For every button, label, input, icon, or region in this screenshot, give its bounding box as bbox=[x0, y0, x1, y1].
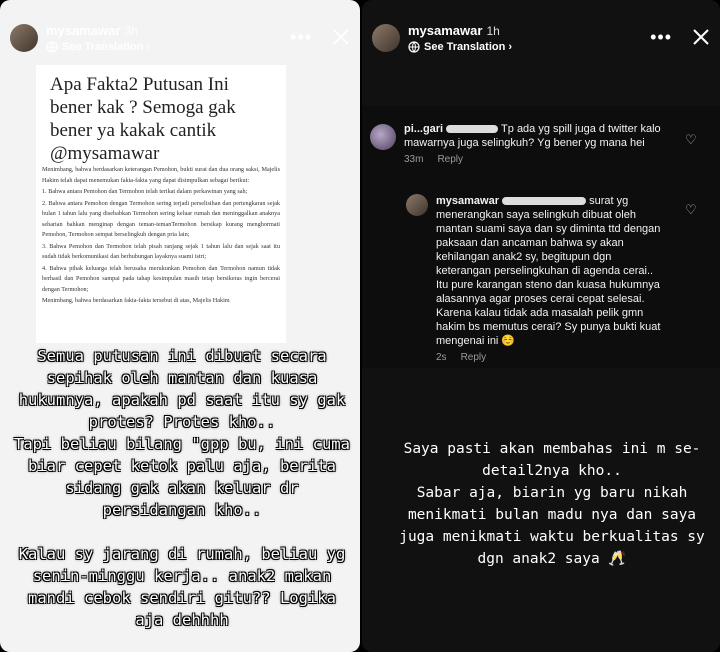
comment-time: 2s bbox=[436, 352, 447, 363]
more-options-icon[interactable]: ••• bbox=[650, 28, 672, 46]
see-translation-link[interactable]: See Translation › bbox=[408, 40, 512, 54]
comment-time: 33m bbox=[404, 154, 424, 165]
see-translation-label: See Translation bbox=[424, 41, 506, 53]
document-paragraph: 3. Bahwa Pemohon dan Termohon telah pisa… bbox=[42, 242, 280, 261]
document-paragraph: 4. Bahwa pihak keluarga telah berusaha m… bbox=[42, 264, 280, 293]
scribble-redaction bbox=[446, 125, 499, 134]
comment-text: surat yg menerangkan saya selingkuh dibu… bbox=[436, 195, 661, 347]
close-icon[interactable] bbox=[332, 28, 350, 46]
translate-icon bbox=[408, 41, 420, 53]
commenter-avatar bbox=[370, 124, 396, 150]
translate-icon bbox=[46, 41, 58, 53]
document-question: Apa Fakta2 Putusan Ini bener kak ? Semog… bbox=[50, 74, 236, 164]
comment-screenshot: pi...gari Tp ada yg spill juga d twitter… bbox=[362, 106, 720, 368]
chevron-right-icon: › bbox=[143, 41, 151, 53]
username[interactable]: mysamawar bbox=[408, 23, 482, 38]
post-time: 1h bbox=[486, 24, 500, 38]
heart-icon[interactable]: ♡ bbox=[685, 133, 697, 147]
scribble-redaction bbox=[502, 197, 587, 206]
court-document-image: Apa Fakta2 Putusan Ini bener kak ? Semog… bbox=[36, 65, 286, 343]
document-paragraph: Menimbang, bahwa berdasarkan keterangan … bbox=[42, 166, 280, 184]
avatar[interactable] bbox=[10, 24, 38, 52]
commenter-avatar bbox=[406, 194, 428, 216]
post-time: 3h bbox=[124, 24, 138, 38]
story-header: mysamawar 3h See Translation › ••• bbox=[0, 0, 360, 60]
reply-button[interactable]: Reply bbox=[437, 154, 463, 165]
comment-text: Tp ada yg spill juga d twitter kalo mawa… bbox=[404, 123, 661, 149]
avatar[interactable] bbox=[372, 24, 400, 52]
chevron-right-icon: › bbox=[505, 41, 513, 53]
commenter-username: mysamawar bbox=[436, 195, 499, 207]
story-header: mysamawar 1h See Translation › ••• bbox=[362, 0, 720, 60]
more-options-icon[interactable]: ••• bbox=[290, 28, 312, 46]
heart-icon[interactable]: ♡ bbox=[685, 203, 697, 217]
left-story[interactable]: Apa Fakta2 Putusan Ini bener kak ? Semog… bbox=[0, 0, 360, 652]
commenter-username: pi...gari bbox=[404, 123, 444, 135]
right-story[interactable]: pi...gari Tp ada yg spill juga d twitter… bbox=[362, 0, 720, 652]
comment-item: pi...gari Tp ada yg spill juga d twitter… bbox=[362, 106, 720, 176]
close-icon[interactable] bbox=[692, 28, 710, 46]
document-paragraph: Menimbang, bahwa berdasarkan fakta-fakta… bbox=[42, 297, 230, 304]
see-translation-label: See Translation bbox=[62, 41, 144, 53]
see-translation-link[interactable]: See Translation › bbox=[46, 40, 150, 54]
document-body: Menimbang, bahwa berdasarkan keterangan … bbox=[42, 165, 280, 308]
document-paragraph: 2. Bahwa antara Pemohon dengan Termohon … bbox=[42, 199, 280, 239]
story-overlay-text: Saya pasti akan membahas ini m se-detail… bbox=[399, 441, 705, 567]
document-paragraph: 1. Bahwa antara Pemohon dan Termohon tel… bbox=[42, 188, 248, 195]
reply-button[interactable]: Reply bbox=[461, 352, 487, 363]
comment-item: mysamawar surat yg menerangkan saya seli… bbox=[362, 186, 720, 366]
username[interactable]: mysamawar bbox=[46, 23, 120, 38]
story-overlay-text: Semua putusan ini dibuat secara sepihak … bbox=[14, 347, 350, 629]
